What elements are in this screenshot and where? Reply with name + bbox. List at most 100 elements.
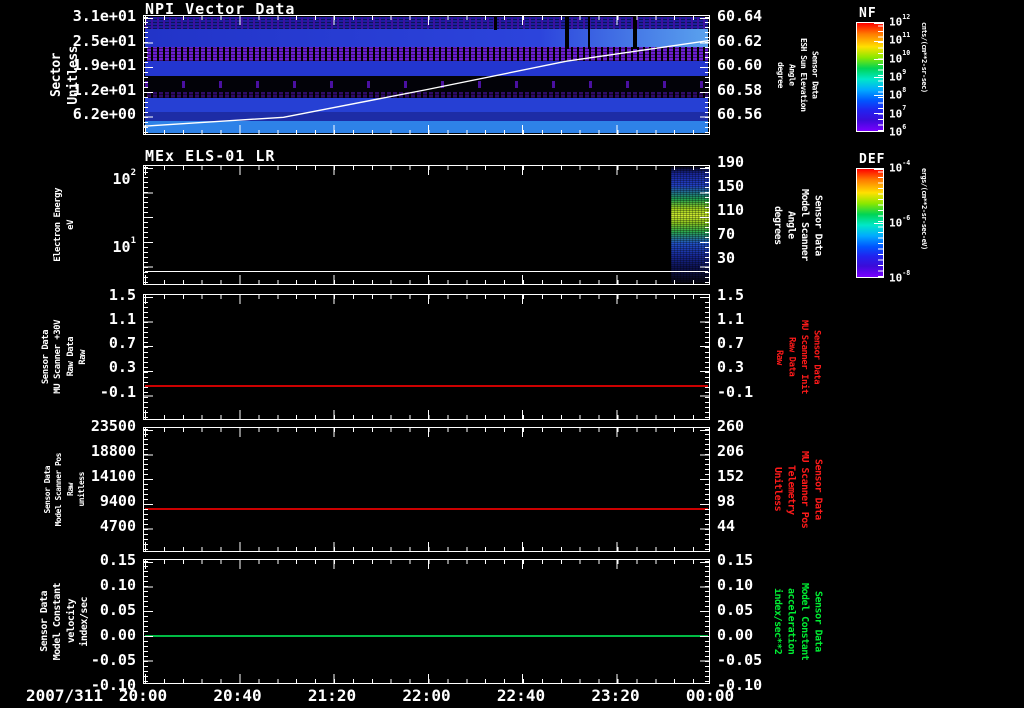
axis-ticks — [145, 547, 708, 551]
y-axis-right-title: Sensor Data Model Constant acceleration ind… — [746, 559, 848, 684]
colorbar-major-tick — [874, 169, 883, 170]
colorbar-major-tick — [874, 95, 883, 96]
y-axis-right-title: Sensor Data MU Scanner Pos Telemetry Unitle… — [746, 427, 848, 552]
axis-ticks — [145, 295, 708, 299]
axis-title-line: MU Scanner +30V — [53, 320, 64, 394]
colorbar-def: DEF 10-4 10-6 10-8 ergs/(cm**2-sr-sec-eV) — [856, 152, 1024, 302]
axis-ticks — [700, 297, 709, 418]
x-axis-time-label: 22:00 — [402, 686, 451, 705]
axis-ticks — [705, 561, 709, 682]
axis-title-line: Raw — [65, 483, 75, 496]
els-electron-burst — [670, 167, 709, 283]
plot-frame — [143, 559, 710, 684]
axis-title-line: Unitless — [772, 467, 783, 512]
x-axis-time-label: 20:40 — [213, 686, 262, 705]
axis-tick-label: 206 — [717, 442, 745, 461]
colorbar-tick-label: 107 — [889, 104, 907, 121]
x-axis: 2007/311 20:00 20:40 21:20 22:00 22:40 23:20 0… — [0, 686, 1024, 706]
axis-tick-label: 0.3 — [717, 358, 745, 377]
axis-tick-label: 30 — [717, 248, 736, 267]
axis-title-line: index/sec — [79, 596, 90, 647]
colorbar-major-tick — [874, 59, 883, 60]
axis-title-line: MU Scanner Init — [798, 320, 809, 394]
colorbar-def-tick-labels: 10-4 10-6 10-8 — [889, 159, 945, 283]
y-axis-right-title: Sensor Data MU Scanner Init Raw Data Raw — [746, 294, 848, 420]
axis-title-line: Model Scanner — [799, 189, 810, 261]
y-axis-right-title: Sensor Data Model Scanner Angle degrees — [746, 165, 848, 285]
colorbar-tick-label: 10-4 — [889, 158, 911, 175]
axis-ticks — [144, 562, 153, 682]
axis-ticks — [145, 679, 708, 683]
y-axis-left-title: Sensor Data Model Constant velocity index/s… — [12, 559, 118, 684]
plot-frame — [143, 427, 710, 552]
colorbar-tick-label: 1010 — [889, 49, 911, 66]
axis-title-line: Model Constant — [52, 582, 63, 661]
axis-title-line: Sensor Data — [811, 329, 822, 385]
axis-tick-label: 70 — [717, 224, 736, 243]
axis-title-line: Raw Data — [786, 337, 797, 377]
colorbar-major-tick — [874, 223, 883, 224]
axis-ticks — [145, 295, 708, 304]
axis-ticks — [145, 674, 708, 683]
plot-frame — [143, 15, 710, 135]
x-axis-date-label: 2007/311 — [26, 686, 104, 705]
axis-title-line: Electron Energy — [53, 188, 64, 262]
y-axis-left-title: Electron Energy eV — [12, 165, 118, 285]
colorbar-tick-label: 1012 — [889, 12, 911, 29]
axis-ticks — [145, 275, 708, 284]
axis-tick-label: 0.7 — [717, 334, 745, 353]
axis-ticks — [145, 415, 708, 419]
colorbar-major-tick — [874, 41, 883, 42]
axis-title-line: velocity — [65, 599, 77, 644]
colorbar-major-tick — [874, 277, 883, 278]
colorbar-tick-label: 109 — [889, 67, 907, 84]
colorbar-tick-label: 106 — [889, 122, 907, 139]
x-axis-time-label: 22:40 — [496, 686, 546, 705]
axis-title-line: acceleration — [785, 588, 797, 655]
axis-tick-label: 190 — [717, 152, 745, 171]
axis-title-line: Sensor Data — [812, 459, 824, 520]
sun-elevation-overlay-line — [144, 39, 709, 127]
plot-frame — [143, 165, 710, 285]
axis-title-line: index/sec**2 — [772, 588, 783, 655]
panel-mu-scanner-raw: 1.5 1.1 0.7 0.3 -0.1 1.5 1.1 0.7 0.3 -0.1 Sensor D… — [0, 287, 1024, 420]
axis-title-line: Angle — [787, 64, 797, 86]
axis-ticks — [145, 166, 708, 170]
plot-frame — [143, 294, 710, 420]
axis-tick-label: 152 — [717, 467, 745, 486]
x-axis-time-label: 00:00 — [685, 686, 735, 705]
colorbar-major-tick — [874, 113, 883, 115]
axis-tick-label: 150 — [717, 176, 745, 195]
plot-canvas: NPI Vector Data MEx ELS-01 LR 3.1e+01 2.5… — [0, 0, 1024, 708]
axis-tick-label: 1.1 — [717, 309, 745, 328]
x-axis-time-label: 20:00 — [118, 686, 168, 705]
colorbar-major-tick — [874, 23, 883, 24]
axis-title-line: unitless — [76, 472, 86, 507]
axis-title-line: ESH Sun Elevation — [798, 38, 808, 112]
axis-ticks — [145, 560, 708, 569]
x-axis-time-label: 21:20 — [307, 686, 357, 705]
axis-ticks — [144, 297, 153, 418]
colorbar-nf-gradient — [856, 22, 884, 133]
axis-ticks — [145, 542, 708, 551]
colorbar-tick-label: 108 — [889, 85, 907, 102]
axis-ticks — [700, 430, 709, 550]
colorbar-nf-title: NF — [859, 6, 877, 21]
axis-title-line: degree — [776, 62, 786, 88]
data-line — [145, 384, 708, 387]
axis-title-line: Model Scanner Pos — [54, 452, 64, 527]
colorbar-def-title: DEF — [859, 152, 886, 167]
axis-title-line: Unitless — [65, 45, 81, 105]
axis-title-line: Sensor Data — [42, 465, 52, 514]
data-line — [145, 507, 708, 510]
colorbar-tick-label: 1011 — [889, 30, 911, 47]
axis-title-line: Sensor Data — [810, 51, 820, 99]
axis-ticks — [705, 296, 709, 418]
inner-axis-line — [145, 271, 708, 273]
panel-title-els: MEx ELS-01 LR — [145, 147, 276, 165]
axis-ticks — [145, 428, 708, 432]
y-axis-left-title: Sensor Data MU Scanner +30V Raw Data Raw — [12, 294, 118, 420]
axis-title-line: Raw Data — [65, 337, 76, 377]
axis-ticks — [144, 296, 148, 418]
colorbar-tick-label: 10-6 — [889, 213, 911, 230]
